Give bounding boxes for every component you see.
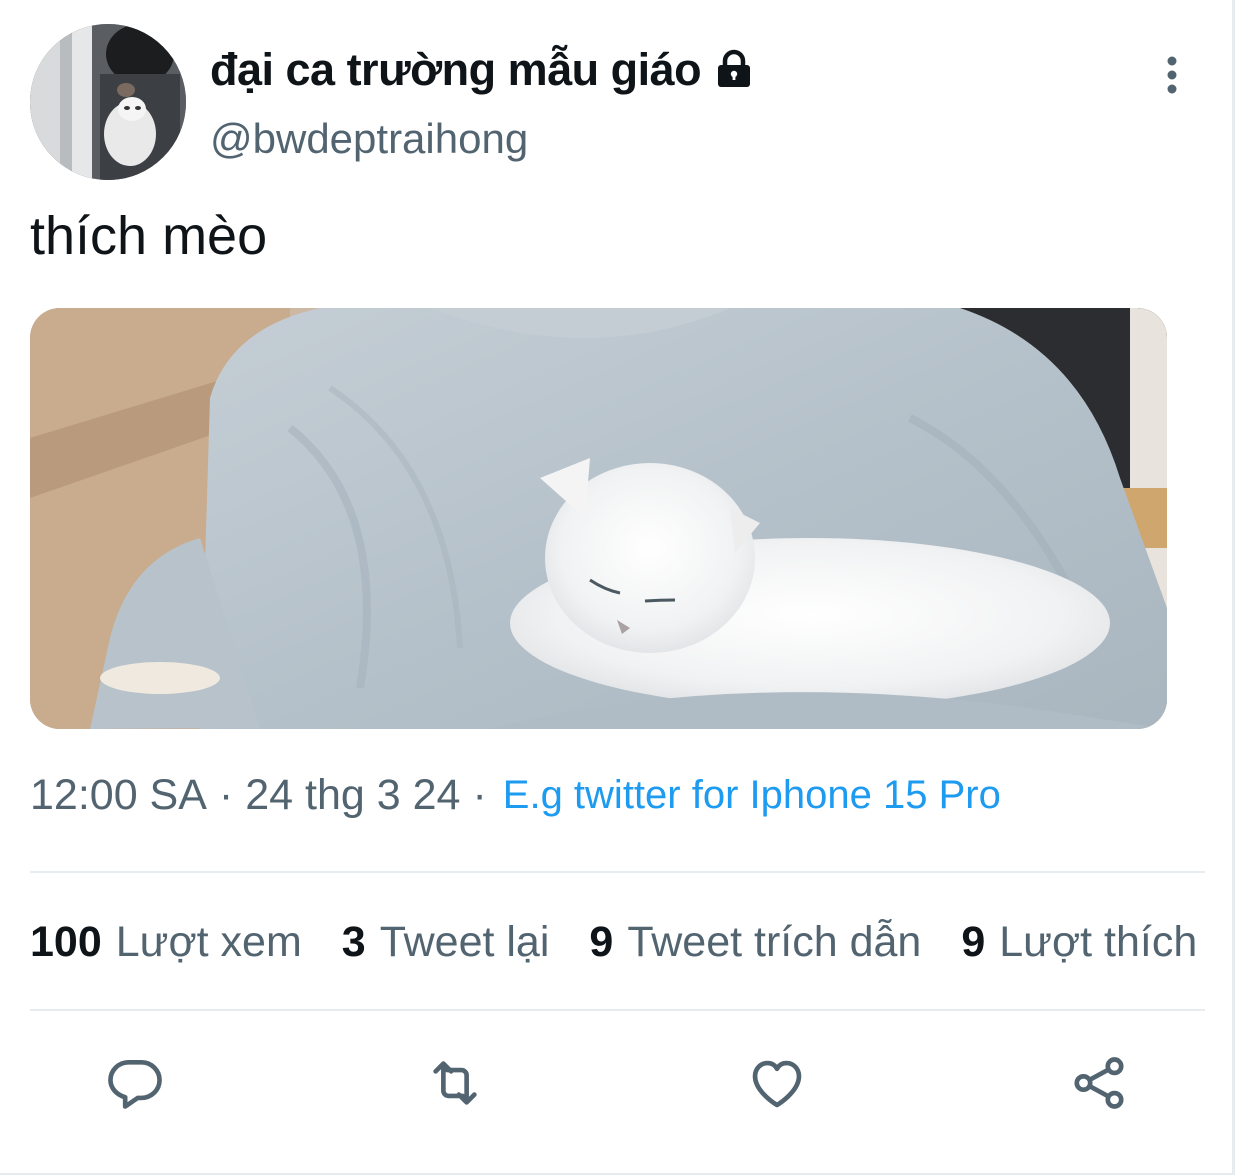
retweet-button[interactable]	[420, 1048, 490, 1118]
tweet-date[interactable]: 24 thg 3 24	[245, 771, 460, 820]
tweet-photo[interactable]	[30, 308, 1167, 729]
stat-quote-tweets-label: Tweet trích dẫn	[627, 917, 922, 966]
stat-likes-count: 9	[961, 917, 986, 966]
tweet-meta: 12:00 SA · 24 thg 3 24 · E.g twitter for…	[30, 765, 1001, 825]
tweet-time[interactable]: 12:00 SA	[30, 771, 207, 820]
stat-retweets[interactable]: 3 Tweet lại	[342, 918, 550, 967]
stat-retweets-count: 3	[341, 917, 366, 966]
cat-photo-image	[30, 308, 1167, 729]
divider	[30, 1009, 1205, 1011]
separator-dot: ·	[218, 770, 234, 819]
more-options-button[interactable]	[1150, 50, 1194, 100]
stat-likes[interactable]: 9 Lượt thích	[961, 918, 1197, 967]
reply-button[interactable]	[100, 1048, 170, 1118]
stat-quote-tweets[interactable]: 9 Tweet trích dẫn	[589, 918, 921, 967]
like-button[interactable]	[742, 1048, 812, 1118]
avatar[interactable]	[30, 24, 186, 180]
stat-retweets-label: Tweet lại	[379, 917, 550, 966]
stat-views-label: Lượt xem	[115, 917, 302, 966]
handle[interactable]: @bwdeptraihong	[210, 115, 528, 163]
stat-views-count: 100	[30, 917, 102, 966]
action-bar	[0, 1048, 1235, 1118]
share-button[interactable]	[1064, 1048, 1134, 1118]
display-name[interactable]: đại ca trường mẫu giáo	[210, 38, 755, 102]
share-icon	[1074, 1057, 1124, 1109]
tweet-client-link[interactable]: E.g twitter for Iphone 15 Pro	[503, 773, 1001, 818]
stat-quote-tweets-count: 9	[589, 917, 614, 966]
heart-icon	[752, 1060, 802, 1108]
more-vertical-icon	[1167, 56, 1177, 94]
tweet-text: thích mèo	[30, 206, 268, 266]
divider	[30, 871, 1205, 873]
separator-dot: ·	[472, 770, 487, 819]
avatar-image	[30, 24, 186, 180]
display-name-text: đại ca trường mẫu giáo	[210, 44, 702, 95]
stat-likes-label: Lượt thích	[999, 917, 1198, 966]
lock-icon	[713, 49, 755, 91]
stat-views[interactable]: 100 Lượt xem	[30, 918, 302, 967]
tweet-stats: 100 Lượt xem 3 Tweet lại 9 Tweet trích d…	[30, 910, 1235, 974]
retweet-icon	[433, 1061, 477, 1105]
reply-icon	[108, 1060, 162, 1109]
